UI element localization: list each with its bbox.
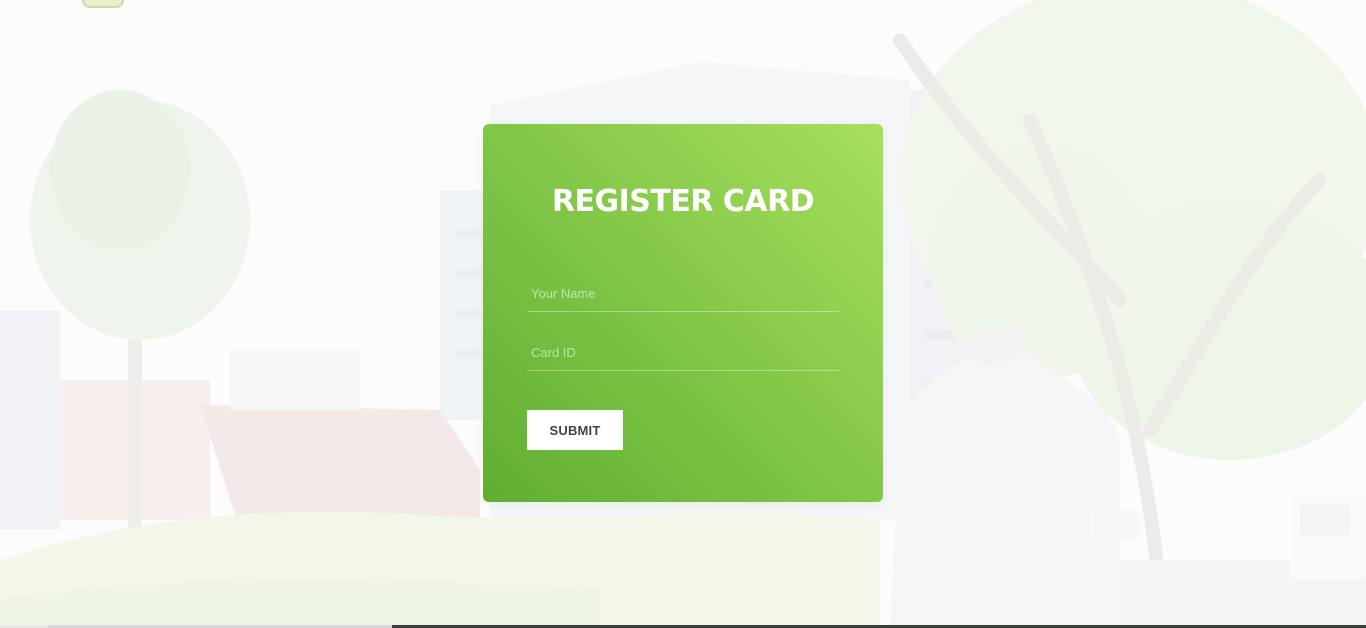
- register-card-form: REGISTER CARD SUBMIT: [483, 124, 883, 502]
- card-id-field-wrapper: [527, 334, 839, 371]
- name-field-wrapper: [527, 275, 839, 312]
- submit-button[interactable]: SUBMIT: [527, 410, 623, 450]
- campus-logo-icon: [82, 0, 124, 8]
- name-input[interactable]: [527, 275, 839, 311]
- form-title: REGISTER CARD: [551, 184, 815, 219]
- card-id-input[interactable]: [527, 334, 839, 370]
